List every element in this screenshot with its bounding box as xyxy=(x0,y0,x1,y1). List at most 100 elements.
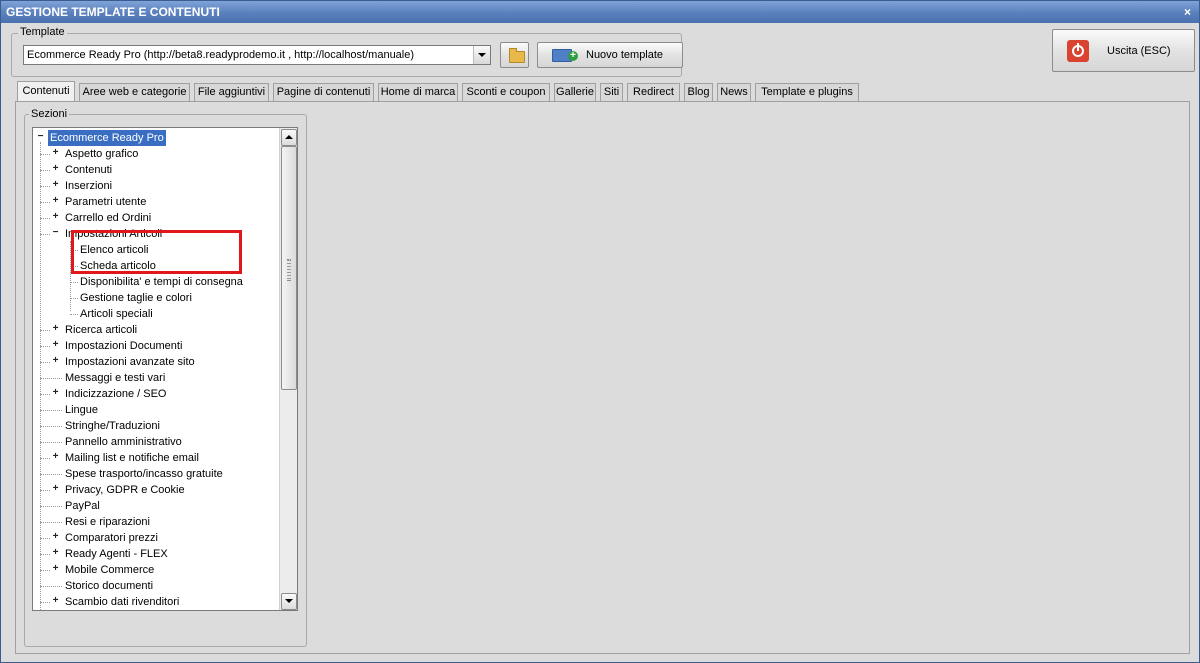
tree-item[interactable]: + Carrello ed Ordini xyxy=(33,210,281,226)
tree-item[interactable]: + Parametri utente xyxy=(33,194,281,210)
tree-connector xyxy=(40,410,62,411)
tree-item[interactable]: Storico documenti xyxy=(33,578,281,594)
tree-item[interactable]: + Comparatori prezzi xyxy=(33,530,281,546)
tree-item-label: Impostazioni Documenti xyxy=(65,340,183,352)
tree-item[interactable]: − Impostazioni Articoli xyxy=(33,226,281,242)
tree-item[interactable]: Lingue xyxy=(33,402,281,418)
tab-contenuti[interactable]: Contenuti xyxy=(17,81,75,102)
tree-connector xyxy=(70,314,78,315)
tree-connector xyxy=(40,394,50,395)
expand-icon[interactable]: + xyxy=(51,388,60,398)
tree-item-label: Inserzioni xyxy=(65,180,113,192)
expand-icon[interactable]: + xyxy=(51,148,60,158)
collapse-icon[interactable]: − xyxy=(36,132,45,142)
expand-icon[interactable]: + xyxy=(51,196,60,206)
tab-redirect[interactable]: Redirect xyxy=(627,83,680,101)
tree-item-label: Indicizzazione / SEO xyxy=(65,388,167,400)
tab-news[interactable]: News xyxy=(717,83,751,101)
tree-item-label: Parametri utente xyxy=(65,196,147,208)
tab-pagine-contenuti[interactable]: Pagine di contenuti xyxy=(273,83,374,101)
new-template-button[interactable]: Nuovo template xyxy=(537,42,683,68)
tree-item-label: Spese trasporto/incasso gratuite xyxy=(65,468,223,480)
expand-icon[interactable]: + xyxy=(51,596,60,606)
tree-item[interactable]: + Impostazioni avanzate sito xyxy=(33,354,281,370)
tree-item[interactable]: + Impostazioni Documenti xyxy=(33,338,281,354)
tree-item[interactable]: + Scambio dati rivenditori xyxy=(33,594,281,610)
tree-item-label: Scheda articolo xyxy=(80,260,156,272)
tab-blog[interactable]: Blog xyxy=(684,83,713,101)
expand-icon[interactable]: + xyxy=(51,324,60,334)
tree-item[interactable]: + Ricerca articoli xyxy=(33,322,281,338)
tab-template-plugins[interactable]: Template e plugins xyxy=(755,83,859,101)
title-bar: GESTIONE TEMPLATE E CONTENUTI × xyxy=(1,1,1199,23)
tree-connector xyxy=(40,506,62,507)
template-group: Template Ecommerce Ready Pro (http://bet… xyxy=(11,26,683,77)
client-area: Template Ecommerce Ready Pro (http://bet… xyxy=(1,23,1199,662)
expand-icon[interactable]: + xyxy=(51,532,60,542)
tab-aree-web[interactable]: Aree web e categorie xyxy=(79,83,190,101)
tree-item[interactable]: Messaggi e testi vari xyxy=(33,370,281,386)
tree-item[interactable]: Pannello amministrativo xyxy=(33,434,281,450)
tree-item[interactable]: Spese trasporto/incasso gratuite xyxy=(33,466,281,482)
tree-item-label: Disponibilita' e tempi di consegna xyxy=(80,276,243,288)
expand-icon[interactable]: + xyxy=(51,548,60,558)
tree-connector xyxy=(40,602,50,603)
tree-item[interactable]: + Contenuti xyxy=(33,162,281,178)
tree-child-item[interactable]: Scheda articolo xyxy=(33,258,281,274)
tab-gallerie[interactable]: Gallerie xyxy=(554,83,596,101)
expand-icon[interactable]: + xyxy=(51,340,60,350)
tab-panel-contenuti: Sezioni − Ecommerce Ready Pro + Aspetto g… xyxy=(15,101,1190,654)
tree-item[interactable]: PayPal xyxy=(33,498,281,514)
tree-item-label: Gestione taglie e colori xyxy=(80,292,192,304)
tab-siti[interactable]: Siti xyxy=(600,83,623,101)
tree-item[interactable]: + Aspetto grafico xyxy=(33,146,281,162)
sezioni-tree[interactable]: − Ecommerce Ready Pro + Aspetto grafico + C… xyxy=(32,127,298,611)
open-folder-button[interactable] xyxy=(500,42,529,68)
tree-child-item[interactable]: Articoli speciali xyxy=(33,306,281,322)
tree-child-item[interactable]: Elenco articoli xyxy=(33,242,281,258)
tree-child-item[interactable]: Gestione taglie e colori xyxy=(33,290,281,306)
tree-scrollbar[interactable] xyxy=(279,128,297,610)
exit-button[interactable]: Uscita (ESC) xyxy=(1052,29,1195,72)
exit-label: Uscita (ESC) xyxy=(1107,45,1171,57)
tab-sconti-coupon[interactable]: Sconti e coupon xyxy=(462,83,550,101)
tree-item[interactable]: + Mailing list e notifiche email xyxy=(33,450,281,466)
expand-icon[interactable]: + xyxy=(51,484,60,494)
tree-connector xyxy=(40,522,62,523)
tree-connector xyxy=(70,266,78,267)
tree-connector xyxy=(70,282,78,283)
grip-icon xyxy=(287,259,291,281)
tree-item[interactable]: + Mobile Commerce xyxy=(33,562,281,578)
expand-icon[interactable]: + xyxy=(51,180,60,190)
tree-item-label: Impostazioni avanzate sito xyxy=(65,356,195,368)
tree-child-item[interactable]: Disponibilita' e tempi di consegna xyxy=(33,274,281,290)
tree-connector xyxy=(40,426,62,427)
tree-connector xyxy=(40,346,50,347)
scroll-thumb[interactable] xyxy=(281,146,297,390)
expand-icon[interactable]: + xyxy=(51,564,60,574)
chevron-down-icon[interactable] xyxy=(473,46,490,64)
scroll-up-arrow-icon[interactable] xyxy=(281,129,297,146)
tree-item[interactable]: + Privacy, GDPR e Cookie xyxy=(33,482,281,498)
template-select[interactable]: Ecommerce Ready Pro (http://beta8.readyp… xyxy=(23,45,491,65)
tree-item[interactable]: + Ready Agenti - FLEX xyxy=(33,546,281,562)
tree-item[interactable]: Resi e riparazioni xyxy=(33,514,281,530)
scroll-down-arrow-icon[interactable] xyxy=(281,593,297,610)
tree-item-label: Resi e riparazioni xyxy=(65,516,150,528)
expand-icon[interactable]: + xyxy=(51,164,60,174)
tree-item[interactable]: + Indicizzazione / SEO xyxy=(33,386,281,402)
tab-file-aggiuntivi[interactable]: File aggiuntivi xyxy=(194,83,269,101)
tab-home-marca[interactable]: Home di marca xyxy=(378,83,458,101)
tree-connector xyxy=(40,330,50,331)
tree-item-label: Privacy, GDPR e Cookie xyxy=(65,484,185,496)
tree-connector xyxy=(40,218,50,219)
tree-item-label: Articoli speciali xyxy=(80,308,153,320)
tree-item[interactable]: + Inserzioni xyxy=(33,178,281,194)
close-icon[interactable]: × xyxy=(1184,1,1191,24)
expand-icon[interactable]: + xyxy=(51,212,60,222)
sezioni-group-label: Sezioni xyxy=(29,108,70,120)
collapse-icon[interactable]: − xyxy=(51,228,60,238)
expand-icon[interactable]: + xyxy=(51,356,60,366)
expand-icon[interactable]: + xyxy=(51,452,60,462)
tree-item[interactable]: Stringhe/Traduzioni xyxy=(33,418,281,434)
